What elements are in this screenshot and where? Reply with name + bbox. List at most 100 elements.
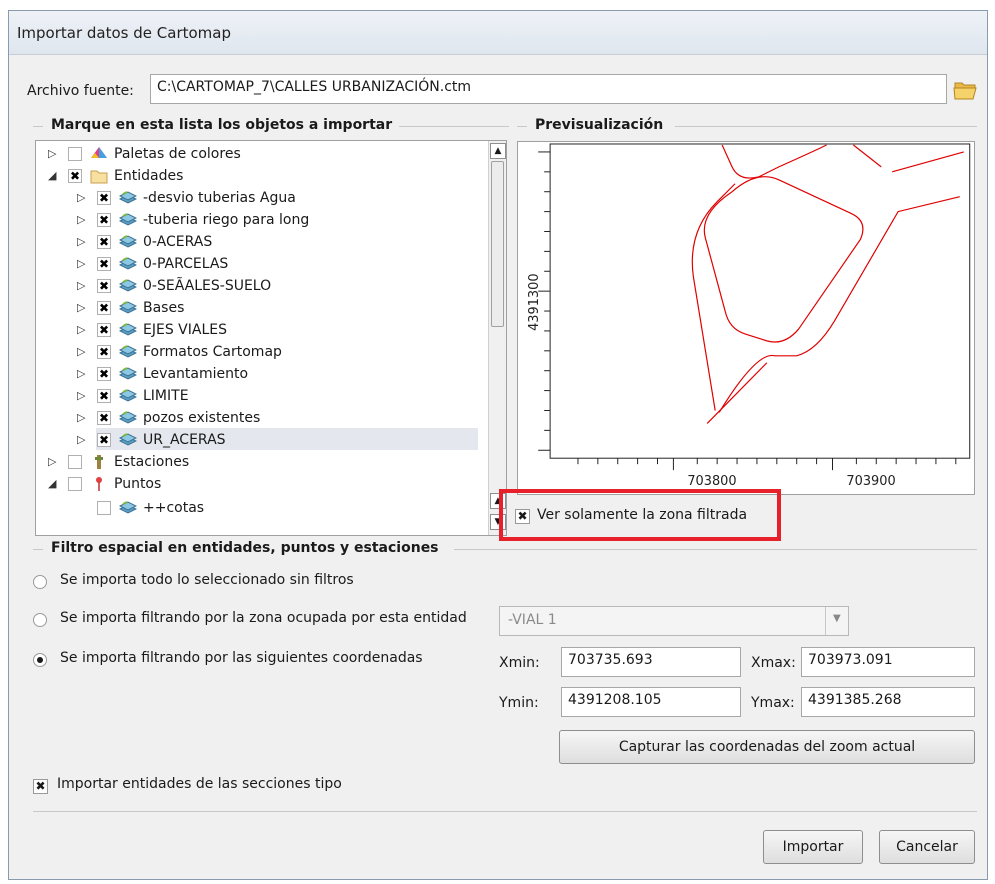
tree-item-checkbox[interactable] bbox=[97, 501, 111, 515]
layers-icon bbox=[118, 322, 138, 338]
y-tick-label-1: 4391300 bbox=[527, 273, 542, 330]
tree-item-label: 0-ACERAS bbox=[143, 234, 213, 250]
tree-item-label: pozos existentes bbox=[143, 410, 261, 426]
tree-item[interactable]: ▷ ✖ 0-PARCELAS bbox=[46, 254, 486, 276]
layers-icon bbox=[118, 500, 138, 516]
tree-item[interactable]: ▷ ✖ UR_ACERAS bbox=[46, 430, 486, 452]
collapse-arrow-icon[interactable]: ◢ bbox=[48, 169, 58, 182]
tree-item-label: UR_ACERAS bbox=[143, 432, 226, 448]
tree-item-checkbox[interactable]: ✖ bbox=[97, 367, 111, 381]
ymin-input[interactable]: 4391208.105 bbox=[561, 687, 741, 717]
tree-item[interactable]: ▷ ✖ Levantamiento bbox=[46, 364, 486, 386]
layers-icon bbox=[118, 432, 138, 448]
collapse-arrow-icon[interactable]: ◢ bbox=[48, 477, 58, 490]
expand-arrow-icon[interactable]: ▷ bbox=[77, 279, 87, 292]
tree-item[interactable]: ▷ ✖ EJES VIALES bbox=[46, 320, 486, 342]
expand-arrow-icon[interactable]: ▷ bbox=[77, 433, 87, 446]
preview-group-line-left bbox=[517, 126, 527, 127]
entity-combo[interactable]: -VIAL 1 bbox=[499, 606, 849, 636]
expand-arrow-icon[interactable]: ▷ bbox=[77, 367, 87, 380]
tree-item[interactable]: ▷ ✖ Formatos Cartomap bbox=[46, 342, 486, 364]
ymax-input[interactable]: 4391385.268 bbox=[801, 687, 975, 717]
tree-item-checkbox[interactable] bbox=[68, 477, 82, 491]
tree-item-checkbox[interactable]: ✖ bbox=[97, 411, 111, 425]
expand-arrow-icon[interactable]: ▷ bbox=[77, 345, 87, 358]
sections-checkbox-label: Importar entidades de las secciones tipo bbox=[57, 776, 342, 792]
tree-item[interactable]: ++cotas bbox=[46, 498, 486, 520]
radio-filter-by-entity[interactable] bbox=[33, 613, 47, 627]
tree-item-checkbox[interactable] bbox=[68, 455, 82, 469]
tree-item-label: Puntos bbox=[114, 476, 162, 492]
expand-arrow-icon[interactable]: ▷ bbox=[48, 455, 58, 468]
xmin-input[interactable]: 703735.693 bbox=[561, 647, 741, 677]
layers-icon bbox=[118, 278, 138, 294]
sections-checkbox[interactable]: ✖ bbox=[33, 779, 48, 794]
scroll-thumb[interactable] bbox=[491, 161, 504, 327]
tree-item-label: Estaciones bbox=[114, 454, 190, 470]
expand-arrow-icon[interactable]: ▷ bbox=[77, 257, 87, 270]
preview-map[interactable]: 703800 703900 4391300 bbox=[517, 141, 975, 495]
tree-item-checkbox[interactable]: ✖ bbox=[97, 191, 111, 205]
xmax-label: Xmax: bbox=[751, 655, 796, 671]
expand-arrow-icon[interactable]: ▷ bbox=[77, 301, 87, 314]
tree-item[interactable]: ▷ ✖ 0-ACERAS bbox=[46, 232, 486, 254]
tree-item[interactable]: ▷ ✖ pozos existentes bbox=[46, 408, 486, 430]
tree-item[interactable]: ◢ ✖ Entidades bbox=[46, 166, 486, 188]
tree-item[interactable]: ◢ Puntos bbox=[46, 474, 486, 496]
tree-item[interactable]: ▷ Paletas de colores bbox=[46, 144, 486, 166]
preview-group-line-right bbox=[675, 126, 977, 127]
tree-item-checkbox[interactable]: ✖ bbox=[97, 257, 111, 271]
objects-group-title: Marque en esta lista los objetos a impor… bbox=[51, 117, 393, 133]
layers-icon bbox=[118, 190, 138, 206]
tree-item-checkbox[interactable]: ✖ bbox=[97, 345, 111, 359]
preview-group-title: Previsualización bbox=[535, 117, 664, 133]
tree-item-checkbox[interactable]: ✖ bbox=[97, 433, 111, 447]
tree-item[interactable]: ▷ ✖ 0-SEÃALES-SUELO bbox=[46, 276, 486, 298]
tree-item-checkbox[interactable]: ✖ bbox=[97, 213, 111, 227]
spatial-group-line-left bbox=[33, 549, 43, 550]
tree-item-checkbox[interactable]: ✖ bbox=[97, 301, 111, 315]
chevron-down-icon: ▼ bbox=[833, 613, 841, 624]
tree-item[interactable]: ▷ Estaciones bbox=[46, 452, 486, 474]
ymax-label: Ymax: bbox=[751, 695, 795, 711]
tree-item[interactable]: ▷ ✖ Bases bbox=[46, 298, 486, 320]
tree-item-checkbox[interactable]: ✖ bbox=[97, 389, 111, 403]
expand-arrow-icon[interactable]: ▷ bbox=[77, 191, 87, 204]
expand-arrow-icon[interactable]: ▷ bbox=[77, 389, 87, 402]
tree-item-checkbox[interactable]: ✖ bbox=[68, 169, 82, 183]
layers-icon bbox=[118, 256, 138, 272]
x-tick-label-1: 703800 bbox=[687, 474, 736, 489]
cancel-button[interactable]: Cancelar bbox=[879, 830, 975, 864]
expand-arrow-icon[interactable]: ▷ bbox=[77, 235, 87, 248]
tree-item-label: EJES VIALES bbox=[143, 322, 227, 338]
expand-arrow-icon[interactable]: ▷ bbox=[77, 411, 87, 424]
objects-group-line-right bbox=[399, 126, 509, 127]
tree-item[interactable]: ▷ ✖ -tuberia riego para long bbox=[46, 210, 486, 232]
layers-icon bbox=[118, 388, 138, 404]
xmax-input[interactable]: 703973.091 bbox=[801, 647, 975, 677]
expand-arrow-icon[interactable]: ▷ bbox=[77, 323, 87, 336]
tree-item[interactable]: ▷ ✖ LIMITE bbox=[46, 386, 486, 408]
source-file-input[interactable]: C:\CARTOMAP_7\CALLES URBANIZACIÓN.ctm bbox=[150, 74, 947, 104]
tree-item[interactable]: ▷ ✖ -desvio tuberias Agua bbox=[46, 188, 486, 210]
capture-zoom-button[interactable]: Capturar las coordenadas del zoom actual bbox=[559, 730, 975, 764]
tree-vscroll-upper[interactable]: ▲ bbox=[488, 141, 506, 490]
radio-import-all[interactable] bbox=[33, 575, 47, 589]
radio-import-all-label: Se importa todo lo seleccionado sin filt… bbox=[60, 572, 354, 588]
radio-filter-by-coords[interactable] bbox=[33, 653, 47, 667]
folder-open-icon[interactable] bbox=[953, 79, 979, 101]
scroll-up-button[interactable]: ▲ bbox=[490, 143, 506, 159]
tree-item-checkbox[interactable]: ✖ bbox=[97, 323, 111, 337]
import-button[interactable]: Importar bbox=[763, 830, 863, 864]
entity-combo-dropdown[interactable]: ▼ bbox=[825, 607, 848, 635]
layers-icon bbox=[118, 300, 138, 316]
tree-item-checkbox[interactable]: ✖ bbox=[97, 279, 111, 293]
tree-item-checkbox[interactable]: ✖ bbox=[97, 235, 111, 249]
expand-arrow-icon[interactable]: ▷ bbox=[48, 147, 58, 160]
station-icon bbox=[90, 454, 108, 470]
expand-arrow-icon[interactable]: ▷ bbox=[77, 213, 87, 226]
window-title: Importar datos de Cartomap bbox=[17, 24, 231, 42]
objects-tree[interactable]: ▲ ▲ ▼ ▷ Paletas de colores ◢ ✖ Entidades ▷ ✖ -d… bbox=[35, 140, 507, 536]
tree-item-checkbox[interactable] bbox=[68, 147, 82, 161]
filter-zone-checkbox[interactable]: ✖ bbox=[515, 509, 530, 524]
